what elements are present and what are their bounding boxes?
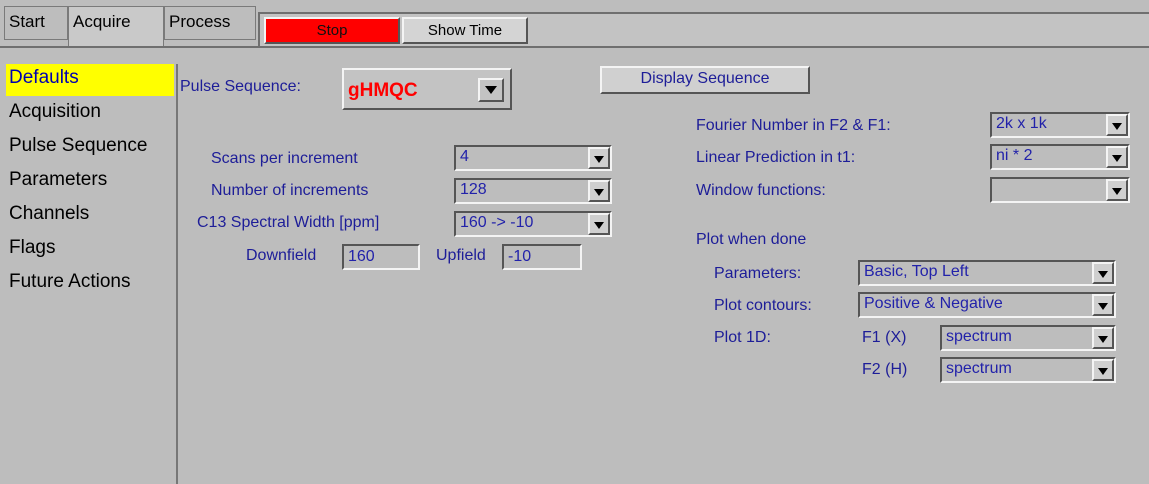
sidebar: Defaults Acquisition Pulse Sequence Para… (6, 64, 178, 484)
plot-when-done-heading: Plot when done (696, 231, 807, 248)
stop-button[interactable]: Stop (264, 17, 400, 44)
f1-select[interactable]: spectrum (940, 325, 1116, 351)
upfield-label: Upfield (436, 247, 486, 264)
chevron-down-icon[interactable] (588, 180, 610, 202)
linear-prediction-select[interactable]: ni * 2 (990, 144, 1130, 170)
plot-contours-label: Plot contours: (714, 297, 812, 314)
plot-parameters-label: Parameters: (714, 265, 802, 282)
linear-prediction-label: Linear Prediction in t1: (696, 149, 856, 166)
upfield-value: -10 (508, 248, 532, 265)
scans-label: Scans per increment (211, 150, 358, 167)
scans-select[interactable]: 4 (454, 145, 612, 171)
chevron-down-icon[interactable] (1106, 179, 1128, 201)
plot-parameters-select[interactable]: Basic, Top Left (858, 260, 1116, 286)
show-time-button[interactable]: Show Time (402, 17, 528, 44)
increments-label: Number of increments (211, 182, 369, 199)
chevron-down-icon[interactable] (1092, 294, 1114, 316)
sidebar-item-parameters[interactable]: Parameters (6, 166, 174, 198)
downfield-value: 160 (348, 248, 375, 265)
display-sequence-button[interactable]: Display Sequence (600, 66, 810, 94)
f2-value: spectrum (946, 360, 1012, 377)
spectral-width-label: C13 Spectral Width [ppm] (197, 214, 380, 231)
sidebar-item-flags[interactable]: Flags (6, 234, 174, 266)
chevron-down-icon[interactable] (588, 147, 610, 169)
increments-select[interactable]: 128 (454, 178, 612, 204)
window-functions-select[interactable] (990, 177, 1130, 203)
linear-prediction-value: ni * 2 (996, 147, 1033, 164)
spectral-width-select[interactable]: 160 -> -10 (454, 211, 612, 237)
tab-process[interactable]: Process (164, 6, 256, 40)
f2-select[interactable]: spectrum (940, 357, 1116, 383)
chevron-down-icon[interactable] (1092, 359, 1114, 381)
chevron-down-icon[interactable] (588, 213, 610, 235)
window-functions-label: Window functions: (696, 182, 826, 199)
fourier-label: Fourier Number in F2 & F1: (696, 117, 891, 134)
chevron-down-icon[interactable] (1106, 146, 1128, 168)
plot-1d-label: Plot 1D: (714, 329, 771, 346)
plot-contours-value: Positive & Negative (864, 295, 1003, 312)
f1-label: F1 (X) (862, 329, 907, 346)
pulse-sequence-value: gHMQC (348, 80, 418, 101)
fourier-select[interactable]: 2k x 1k (990, 112, 1130, 138)
sidebar-item-defaults[interactable]: Defaults (6, 64, 174, 96)
pulse-sequence-label: Pulse Sequence: (180, 78, 301, 95)
plot-contours-select[interactable]: Positive & Negative (858, 292, 1116, 318)
upfield-field[interactable]: -10 (502, 244, 582, 270)
fourier-value: 2k x 1k (996, 115, 1047, 132)
plot-parameters-value: Basic, Top Left (864, 263, 969, 280)
sidebar-item-future-actions[interactable]: Future Actions (6, 268, 174, 300)
chevron-down-icon[interactable] (478, 78, 504, 102)
pulse-sequence-select[interactable]: gHMQC (342, 68, 512, 110)
sidebar-item-pulse-sequence[interactable]: Pulse Sequence (6, 132, 174, 164)
f2-label: F2 (H) (862, 361, 908, 378)
increments-value: 128 (460, 181, 487, 198)
chevron-down-icon[interactable] (1092, 262, 1114, 284)
chevron-down-icon[interactable] (1106, 114, 1128, 136)
tab-start[interactable]: Start (4, 6, 68, 40)
f1-value: spectrum (946, 328, 1012, 345)
downfield-field[interactable]: 160 (342, 244, 420, 270)
scans-value: 4 (460, 148, 469, 165)
sidebar-item-acquisition[interactable]: Acquisition (6, 98, 174, 130)
tab-acquire[interactable]: Acquire (68, 6, 164, 46)
downfield-label: Downfield (246, 247, 317, 264)
sidebar-item-channels[interactable]: Channels (6, 200, 174, 232)
chevron-down-icon[interactable] (1092, 327, 1114, 349)
spectral-width-value: 160 -> -10 (460, 214, 534, 231)
